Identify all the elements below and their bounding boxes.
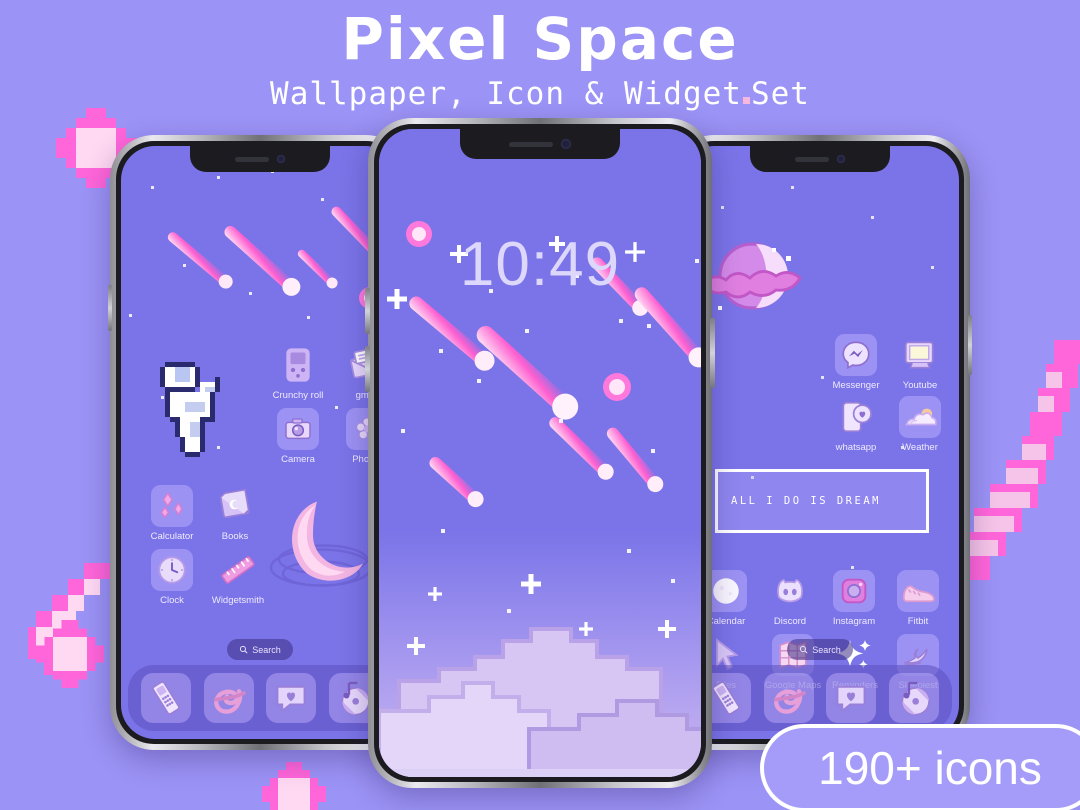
heart-bubble-icon — [276, 686, 306, 713]
camera-icon — [277, 408, 319, 450]
earpiece-speaker — [235, 156, 269, 162]
internet-swirl-icon — [213, 689, 246, 714]
right-phone-power-button[interactable] — [968, 315, 972, 375]
front-camera-icon — [277, 155, 285, 163]
app-widgetsmith[interactable]: Widgetsmith — [202, 549, 274, 606]
app-label: Youtube — [902, 380, 938, 391]
page-title: Pixel Space — [341, 5, 739, 73]
search-label: Search — [812, 644, 841, 655]
center-phone[interactable]: 10:49 — [365, 118, 715, 788]
app-label: Crunchy roll — [272, 390, 324, 401]
app-label: Camera — [281, 454, 315, 465]
retro-monitor-icon — [899, 334, 941, 376]
earpiece-speaker — [795, 156, 829, 162]
diamonds-icon — [151, 485, 193, 527]
page-subtitle-tail: Set — [750, 76, 810, 112]
dock-browser-app[interactable] — [203, 673, 254, 723]
icon-count-label: 190+ icons — [818, 742, 1042, 794]
internet-swirl-icon — [773, 689, 806, 714]
earpiece-speaker — [509, 141, 553, 147]
retro-phone-icon — [152, 681, 180, 715]
book-moon-icon — [214, 485, 256, 527]
front-camera-icon — [837, 155, 845, 163]
app-label: Weather — [902, 442, 938, 453]
page-subtitle-main: Wallpaper, Icon & Widget — [270, 76, 742, 112]
lockscreen-clock: 10:49 — [459, 230, 621, 299]
left-phone-dock — [128, 665, 392, 731]
page-subtitle: Wallpaper, Icon & Widget Set — [0, 76, 1080, 112]
center-phone-screen: 10:49 — [379, 129, 701, 777]
pixel-comet-right-icon — [958, 340, 1080, 580]
center-phone-notch — [460, 129, 620, 159]
front-camera-icon — [561, 139, 571, 149]
app-discord[interactable]: Discord — [757, 570, 823, 627]
dock-messages-app[interactable] — [826, 673, 877, 723]
dock-messages-app[interactable] — [266, 673, 317, 723]
app-instagram[interactable]: Instagram — [821, 570, 887, 627]
app-fitbit[interactable]: Fitbit — [885, 570, 951, 627]
app-whatsapp[interactable]: whatsapp — [823, 396, 889, 453]
pixel-sparkle-bottom-center-icon — [262, 762, 326, 810]
pink-pixel-dot — [742, 97, 750, 104]
app-label: Instagram — [832, 616, 876, 627]
quote-widget[interactable]: ALL I DO IS DREAM — [715, 469, 929, 533]
app-label: Discord — [773, 616, 807, 627]
right-phone-dock — [688, 665, 952, 731]
instagram-camera-icon — [833, 570, 875, 612]
left-phone-notch — [190, 146, 330, 172]
app-messenger[interactable]: Messenger — [823, 334, 889, 391]
cloud-sun-icon — [899, 396, 941, 438]
right-phone[interactable]: Messenger Youtube whatsapp Weather ALL I… — [670, 135, 972, 750]
dock-music-app[interactable] — [888, 673, 939, 723]
right-phone-screen: Messenger Youtube whatsapp Weather ALL I… — [681, 146, 959, 739]
retro-phone-icon — [712, 681, 740, 715]
messenger-bubble-icon — [835, 334, 877, 376]
app-label: Fitbit — [907, 616, 929, 627]
app-label: Messenger — [832, 380, 880, 391]
app-calculator[interactable]: Calculator — [139, 485, 205, 542]
astronaut-widget[interactable] — [145, 357, 235, 457]
analog-clock-icon — [151, 549, 193, 591]
phone-heart-icon — [835, 396, 877, 438]
center-phone-wallpaper — [379, 129, 701, 777]
search-icon — [240, 645, 248, 654]
dock-phone-app[interactable] — [141, 673, 192, 723]
clock-sparkle-icon — [625, 242, 645, 262]
left-phone-search-pill[interactable]: Search — [227, 639, 293, 660]
app-books[interactable]: Books — [202, 485, 268, 542]
discord-ghost-icon — [769, 570, 811, 612]
app-label: whatsapp — [835, 442, 877, 453]
app-label: Widgetsmith — [211, 595, 265, 606]
center-phone-volume-down[interactable] — [365, 346, 370, 392]
vinyl-note-icon — [901, 681, 930, 716]
app-weather[interactable]: Weather — [887, 396, 953, 453]
handheld-console-icon — [277, 344, 319, 386]
pixel-sparkle-bottom-left-icon — [36, 620, 104, 688]
left-phone-screen: Crunchy roll gmail Camera Photos Calcula… — [121, 146, 399, 739]
heart-bubble-icon — [836, 686, 866, 713]
right-phone-notch — [750, 146, 890, 172]
quote-widget-text: ALL I DO IS DREAM — [731, 495, 881, 507]
icon-count-badge: 190+ icons — [760, 724, 1080, 810]
crescent-moon-icon — [269, 501, 373, 587]
search-label: Search — [252, 644, 281, 655]
app-label: Clock — [160, 595, 184, 606]
search-icon — [800, 645, 808, 654]
app-label: Calculator — [150, 531, 194, 542]
planet-widget[interactable] — [696, 234, 806, 324]
app-crunchy-roll[interactable]: Crunchy roll — [265, 344, 331, 401]
app-clock[interactable]: Clock — [139, 549, 205, 606]
sneaker-icon — [897, 570, 939, 612]
app-label: Books — [221, 531, 249, 542]
center-phone-power-button[interactable] — [710, 318, 715, 388]
left-phone-volume-button[interactable] — [108, 285, 112, 331]
right-phone-search-pill[interactable]: Search — [787, 639, 853, 660]
ruler-icon — [217, 549, 259, 591]
left-phone[interactable]: Crunchy roll gmail Camera Photos Calcula… — [108, 135, 410, 750]
center-phone-volume-up[interactable] — [365, 288, 370, 334]
app-camera[interactable]: Camera — [265, 408, 331, 465]
dock-browser-app[interactable] — [763, 673, 814, 723]
poster-canvas: Pixel Space Wallpaper, Icon & WidgetSet — [0, 0, 1080, 810]
app-youtube[interactable]: Youtube — [887, 334, 953, 391]
